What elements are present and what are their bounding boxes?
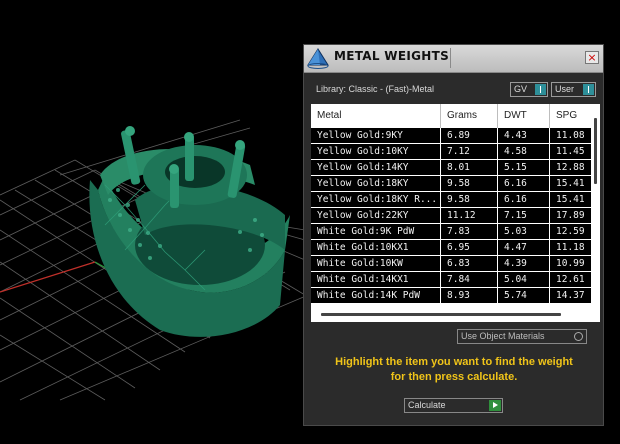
cell-dwt: 5.15 xyxy=(498,160,549,175)
cell-spg: 17.89 xyxy=(550,208,591,223)
cell-grams: 7.83 xyxy=(441,224,497,239)
use-object-materials-label: Use Object Materials xyxy=(461,331,545,341)
radio-circle-icon xyxy=(574,332,583,341)
table-row[interactable]: White Gold:9K PdW 7.83 5.03 12.59 xyxy=(311,224,591,240)
cell-spg: 11.18 xyxy=(550,240,591,255)
table-body: Yellow Gold:9KY 6.89 4.43 11.08 Yellow Gold:… xyxy=(311,128,591,304)
cell-spg: 14.37 xyxy=(550,288,591,303)
column-divider[interactable] xyxy=(440,104,441,128)
cell-grams: 6.95 xyxy=(441,240,497,255)
cell-dwt: 4.58 xyxy=(498,144,549,159)
cell-grams: 7.84 xyxy=(441,272,497,287)
gv-toggle[interactable]: GV xyxy=(510,82,548,97)
column-divider[interactable] xyxy=(497,104,498,128)
cell-metal: Yellow Gold:14KY xyxy=(311,160,440,175)
pyramid-logo-icon xyxy=(307,48,329,69)
cell-metal: Yellow Gold:10KY xyxy=(311,144,440,159)
instructions-line: Highlight the item you want to find the … xyxy=(335,356,573,368)
cell-grams: 8.01 xyxy=(441,160,497,175)
close-icon: × xyxy=(587,51,597,64)
cell-spg: 11.45 xyxy=(550,144,591,159)
metal-weights-panel: METAL WEIGHTS × Library: Classic - (Fast… xyxy=(303,44,604,426)
use-object-materials-toggle[interactable]: Use Object Materials xyxy=(457,329,587,344)
cell-metal: Yellow Gold:18KY R... xyxy=(311,192,440,207)
cell-spg: 12.59 xyxy=(550,224,591,239)
panel-title: METAL WEIGHTS xyxy=(334,49,450,63)
cell-spg: 10.99 xyxy=(550,256,591,271)
cell-dwt: 5.74 xyxy=(498,288,549,303)
column-header-grams[interactable]: Grams xyxy=(447,110,477,121)
cell-metal: White Gold:10KX1 xyxy=(311,240,440,255)
titlebar-divider xyxy=(450,48,451,68)
cell-metal: Yellow Gold:22KY xyxy=(311,208,440,223)
user-toggle-label: User xyxy=(555,84,575,94)
cell-dwt: 4.39 xyxy=(498,256,549,271)
table-row[interactable]: Yellow Gold:18KY R... 9.58 6.16 15.41 xyxy=(311,192,591,208)
cell-spg: 12.61 xyxy=(550,272,591,287)
vertical-scroll-thumb[interactable] xyxy=(594,118,597,184)
table-row[interactable]: White Gold:10KX1 6.95 4.47 11.18 xyxy=(311,240,591,256)
library-label: Library: Classic - (Fast)-Metal xyxy=(316,84,435,94)
cell-metal: White Gold:9K PdW xyxy=(311,224,440,239)
cell-spg: 15.41 xyxy=(550,192,591,207)
calculate-label: Calculate xyxy=(408,400,446,410)
cell-spg: 11.08 xyxy=(550,128,591,143)
horizontal-scroll-thumb[interactable] xyxy=(321,313,561,316)
cell-spg: 15.41 xyxy=(550,176,591,191)
column-header-metal[interactable]: Metal xyxy=(317,110,341,121)
cell-dwt: 4.47 xyxy=(498,240,549,255)
instructions-line: for then press calculate. xyxy=(390,371,518,383)
table-row[interactable]: White Gold:14K PdW 8.93 5.74 14.37 xyxy=(311,288,591,304)
panel-titlebar[interactable]: METAL WEIGHTS × xyxy=(304,45,603,73)
metal-table: Metal Grams DWT SPG Yellow Gold:9KY 6.89 4… xyxy=(311,104,600,322)
cell-metal: White Gold:14KX1 xyxy=(311,272,440,287)
table-row[interactable]: Yellow Gold:18KY 9.58 6.16 15.41 xyxy=(311,176,591,192)
table-row[interactable]: Yellow Gold:9KY 6.89 4.43 11.08 xyxy=(311,128,591,144)
cell-dwt: 4.43 xyxy=(498,128,549,143)
table-row[interactable]: White Gold:14KX1 7.84 5.04 12.61 xyxy=(311,272,591,288)
vertical-scrollbar[interactable] xyxy=(592,104,600,322)
cell-dwt: 6.16 xyxy=(498,192,549,207)
gv-toggle-label: GV xyxy=(514,84,528,94)
cell-grams: 8.93 xyxy=(441,288,497,303)
column-divider[interactable] xyxy=(549,104,550,128)
toggle-knob-icon xyxy=(535,84,546,95)
table-row[interactable]: Yellow Gold:10KY 7.12 4.58 11.45 xyxy=(311,144,591,160)
column-header-dwt[interactable]: DWT xyxy=(504,110,527,121)
cell-grams: 9.58 xyxy=(441,192,497,207)
instructions-text: Highlight the item you want to find the … xyxy=(314,355,594,385)
close-button[interactable]: × xyxy=(585,51,599,64)
column-header-spg[interactable]: SPG xyxy=(556,110,577,121)
horizontal-scrollbar[interactable] xyxy=(311,308,591,322)
cell-metal: White Gold:10KW xyxy=(311,256,440,271)
cell-metal: Yellow Gold:9KY xyxy=(311,128,440,143)
cell-grams: 6.83 xyxy=(441,256,497,271)
table-row[interactable]: White Gold:10KW 6.83 4.39 10.99 xyxy=(311,256,591,272)
play-arrow-icon xyxy=(489,400,501,411)
calculate-button[interactable]: Calculate xyxy=(404,398,503,413)
cell-grams: 6.89 xyxy=(441,128,497,143)
cell-grams: 7.12 xyxy=(441,144,497,159)
cell-dwt: 6.16 xyxy=(498,176,549,191)
cell-grams: 9.58 xyxy=(441,176,497,191)
table-row[interactable]: Yellow Gold:22KY 11.12 7.15 17.89 xyxy=(311,208,591,224)
cell-dwt: 5.04 xyxy=(498,272,549,287)
cell-spg: 12.88 xyxy=(550,160,591,175)
table-header: Metal Grams DWT SPG xyxy=(311,104,591,128)
cell-metal: White Gold:14K PdW xyxy=(311,288,440,303)
table-row[interactable]: Yellow Gold:14KY 8.01 5.15 12.88 xyxy=(311,160,591,176)
user-toggle[interactable]: User xyxy=(551,82,596,97)
cell-dwt: 5.03 xyxy=(498,224,549,239)
toggle-knob-icon xyxy=(583,84,594,95)
cell-dwt: 7.15 xyxy=(498,208,549,223)
cell-metal: Yellow Gold:18KY xyxy=(311,176,440,191)
cell-grams: 11.12 xyxy=(441,208,497,223)
